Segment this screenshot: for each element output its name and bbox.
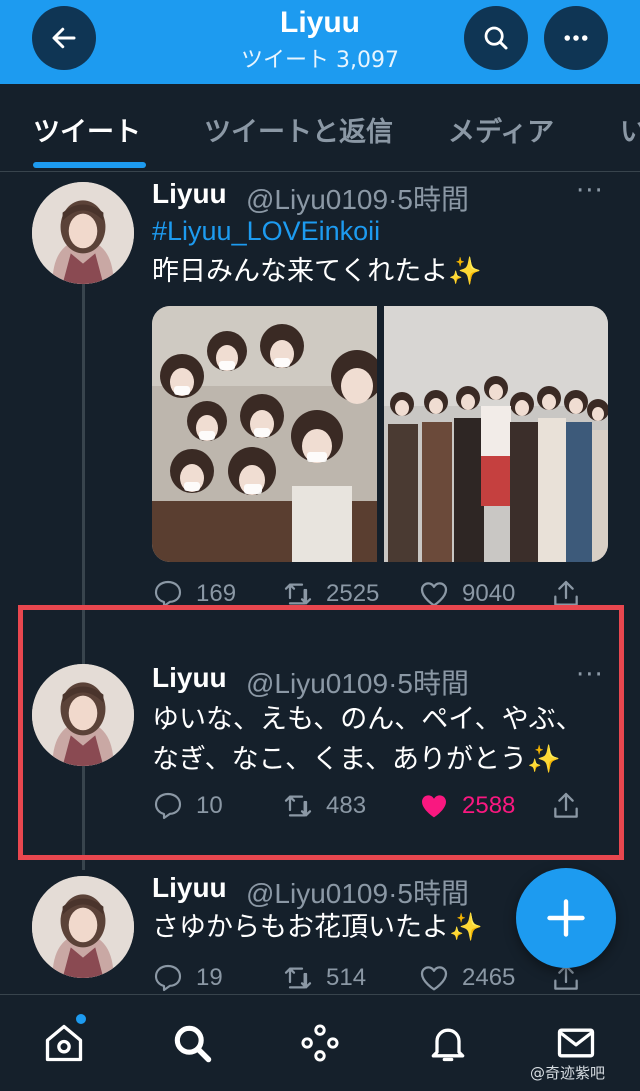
sparkles-emoji: ✨ [448,256,482,287]
retweet-count: 483 [326,792,367,819]
like-button[interactable]: 2588 [418,790,515,822]
retweet-icon [284,967,312,989]
tab-likes[interactable]: い [620,110,640,149]
avatar[interactable] [32,876,134,978]
nav-spaces[interactable] [296,1019,344,1067]
tweet-text-line: さゆからもお花頂いたよ [152,912,449,943]
retweet-icon [284,795,312,817]
sparkles-emoji: ✨ [449,912,483,943]
tweet-photo[interactable] [384,306,608,562]
reply-count: 10 [196,792,223,819]
like-button[interactable]: 2465 [418,962,515,994]
tweet-time[interactable]: 5時間 [397,184,469,215]
reply-count: 169 [196,580,237,607]
separator: · [388,878,398,909]
share-icon [554,792,578,818]
handle-text: @Liyu0109 [246,668,389,699]
tab-media[interactable]: メディア [448,110,554,149]
plus-icon [547,899,585,937]
like-count: 2588 [462,792,516,819]
more-icon [564,35,588,41]
bell-icon [431,1028,465,1062]
tweet-text: さゆからもお花頂いたよ✨ [152,908,483,948]
nav-home[interactable] [40,1019,88,1067]
notification-dot [74,1012,88,1026]
tweet-time[interactable]: 5時間 [397,878,469,909]
avatar-image [32,876,134,978]
retweet-count: 2525 [326,580,380,607]
tweet-author-name[interactable]: Liyuu [152,872,227,904]
reply-button[interactable]: 19 [152,962,223,994]
tweet-more-button[interactable]: ··· [576,176,604,206]
search-icon [174,1025,212,1063]
home-icon [45,1024,83,1062]
sparkles-emoji: ✨ [527,744,561,775]
tweet-more-button[interactable]: ··· [576,660,604,690]
search-button[interactable] [464,6,528,70]
tweet-author-name[interactable]: Liyuu [152,662,227,694]
envelope-icon [557,1028,595,1058]
profile-header: Liyuu ツイート 3,097 [0,0,640,84]
retweet-button[interactable]: 483 [282,790,366,822]
tweet-text-line: ゆいな、えも、のん、ペイ、やぶ、 [152,704,583,735]
handle-text: @Liyu0109 [246,184,389,215]
reply-icon [154,964,182,992]
tweet-text-line: 昨日みんな来てくれたよ [152,256,449,287]
reply-icon [154,792,182,820]
avatar-image [32,664,134,766]
share-button[interactable] [550,790,582,822]
retweet-button[interactable]: 514 [282,962,366,994]
tweet-text-line-wrap: なぎ、なこ、くま、ありがとう✨ [152,740,583,780]
heart-icon [420,966,448,991]
tweet-text: ゆいな、えも、のん、ペイ、やぶ、 なぎ、なこ、くま、ありがとう✨ [152,700,583,780]
nav-search[interactable] [168,1019,216,1067]
avatar[interactable] [32,182,134,284]
more-options-button[interactable] [544,6,608,70]
tweet-count: ツイート 3,097 [241,48,399,73]
tweet-time[interactable]: 5時間 [397,668,469,699]
tweet-author-name[interactable]: Liyuu [152,178,227,210]
arrow-left-icon [52,27,76,49]
handle-text: @Liyu0109 [246,878,389,909]
active-tab-indicator [33,162,146,168]
avatar-image [32,182,134,284]
hashtag-link[interactable]: #Liyuu_LOVEinkoii [152,216,380,247]
compose-tweet-button[interactable] [516,868,616,968]
reply-button[interactable]: 10 [152,790,223,822]
tweet-author-handle: @Liyu0109·5時間 [246,662,469,702]
group-photo-image [152,306,377,562]
tab-tweets-and-replies[interactable]: ツイートと返信 [204,110,393,149]
tweet-text: 昨日みんな来てくれたよ✨ [152,252,482,292]
tweet-author-handle: @Liyu0109·5時間 [246,872,469,912]
tweet-author-handle: @Liyu0109·5時間 [246,178,469,218]
watermark-text: @奇迹紫吧 [530,1064,606,1082]
reply-count: 19 [196,964,223,991]
profile-name: Liyuu [280,6,360,39]
avatar[interactable] [32,664,134,766]
spaces-icon [301,1024,339,1062]
nav-messages[interactable] [552,1019,600,1067]
like-count: 9040 [462,580,516,607]
heart-filled-icon [422,795,446,818]
tab-tweets[interactable]: ツイート [33,110,141,149]
search-icon [484,26,508,50]
separator: · [388,184,398,215]
like-count: 2465 [462,964,516,991]
tweet-photo[interactable] [152,306,377,562]
nav-notifications[interactable] [424,1019,472,1067]
separator: · [388,668,398,699]
profile-tabs: ツイート ツイートと返信 メディア い [0,84,640,172]
retweet-count: 514 [326,964,367,991]
back-button[interactable] [32,6,96,70]
group-photo-image [384,306,608,562]
tweet-text-line: なぎ、なこ、くま、ありがとう [152,744,528,775]
